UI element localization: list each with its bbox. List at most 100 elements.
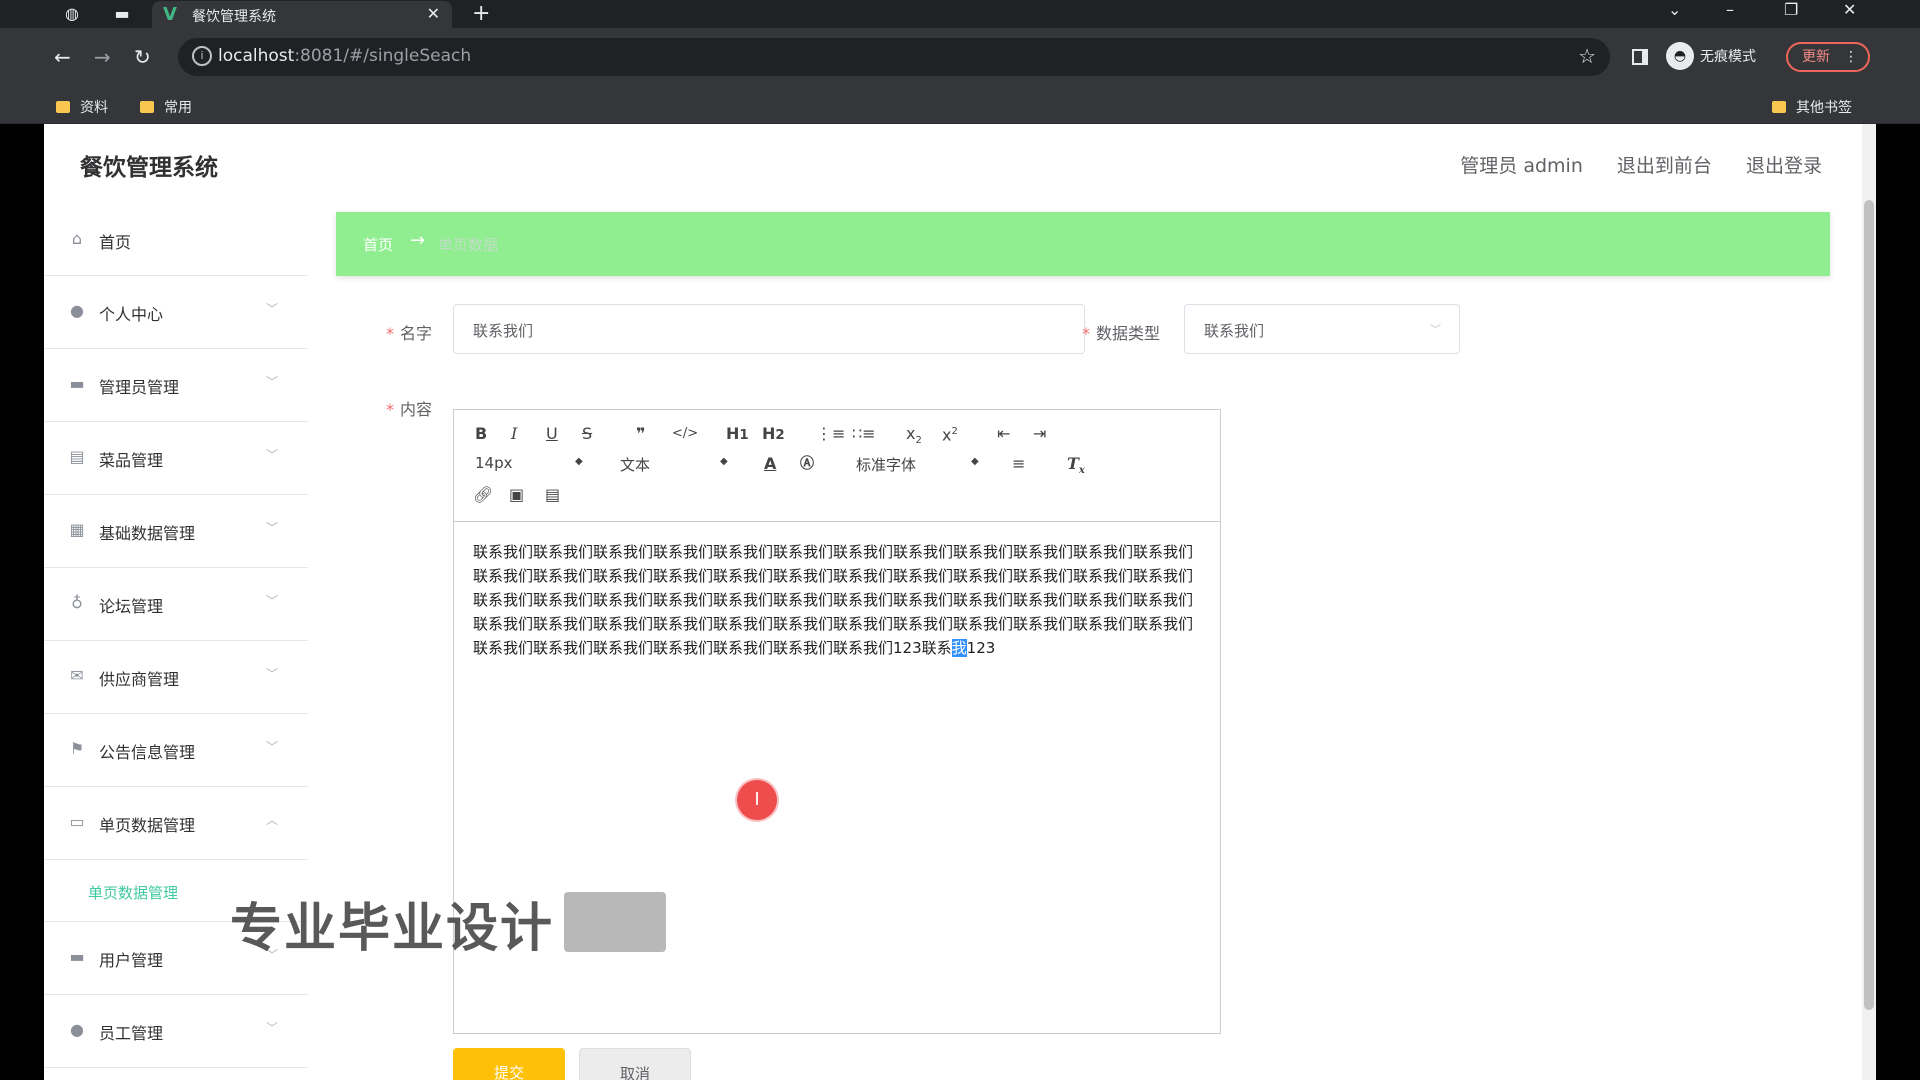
ordered-list-icon[interactable]: ⋮≡ [816,424,845,444]
subscript-icon[interactable]: x2 [906,424,922,451]
chevron-down-icon: ﹀ [265,521,278,535]
tab-search-icon[interactable]: ⌄ [1668,0,1681,19]
clear-format-icon[interactable]: Tx [1067,454,1085,481]
link-icon[interactable]: 🔗︎ [473,485,493,505]
breadcrumb-home[interactable]: 首页 [363,234,393,255]
sidebar-item-single-page[interactable]: ▭ 单页数据管理 ︿ [44,787,308,860]
image-icon[interactable]: ▣ [509,485,524,505]
sidebar-item-home[interactable]: ⌂ 首页 [44,204,308,276]
url-text: localhost:8081/#/singleSeach [218,46,472,66]
to-front-link[interactable]: 退出到前台 [1617,155,1712,177]
forward-icon[interactable]: → [94,45,111,69]
chevron-down-icon: ﹀ [1430,323,1441,336]
browser-tab[interactable]: V 餐饮管理系统 ✕ [152,1,452,28]
strikethrough-icon[interactable]: S [582,424,592,444]
bookmark-star-icon[interactable]: ☆ [1578,44,1596,68]
sidebar-item-dish-manage[interactable]: ▤ 菜品管理 ﹀ [44,422,308,495]
logout-link[interactable]: 退出登录 [1746,155,1822,177]
breadcrumb-arrow: → [410,230,426,251]
chevron-down-icon: ﹀ [265,594,278,608]
tab-title: 餐饮管理系统 [192,9,276,25]
indent-icon[interactable]: ⇥ [1033,424,1046,444]
bullet-list-icon[interactable]: ∷≡ [852,424,876,444]
scrollbar-thumb[interactable] [1864,200,1874,1010]
document-icon: ▦ [69,520,85,539]
chevron-up-icon: ︿ [265,813,278,827]
font-family-select[interactable]: 标准字体 ◆ [856,454,981,475]
side-panel-icon[interactable] [1632,49,1648,65]
data-type-select[interactable]: 联系我们 ﹀ [1184,304,1460,354]
incognito-indicator[interactable]: ◓ 无痕模式 [1666,42,1756,72]
sidebar-item-supplier[interactable]: ✉ 供应商管理 ﹀ [44,641,308,714]
chevron-down-icon: ﹀ [265,302,278,316]
url-field[interactable]: i localhost:8081/#/singleSeach ☆ [178,38,1610,76]
user-icon: ● [70,1020,84,1039]
align-icon[interactable]: ≡ [1012,454,1025,474]
monitor-icon: ▬ [69,947,85,966]
site-info-icon[interactable]: i [192,46,212,66]
bold-icon[interactable]: B [475,424,487,444]
close-window-icon[interactable]: ✕ [1843,0,1856,19]
admin-label: 管理员 admin [1460,155,1583,177]
watermark-blur [564,892,666,952]
sidebar-item-staff-manage[interactable]: ● 员工管理 ﹀ [44,995,308,1068]
user-icon: ● [70,301,84,320]
cancel-button[interactable]: 取消 [579,1048,691,1080]
heading2-icon[interactable]: H2 [762,424,785,446]
update-button[interactable]: 更新 ⋮ [1786,42,1870,72]
sidebar-item-personal-center[interactable]: ● 个人中心 ﹀ [44,276,308,349]
reload-icon[interactable]: ↻ [134,45,151,69]
folder-icon [56,101,70,113]
sidebar-item-notice[interactable]: ⚑ 公告信息管理 ﹀ [44,714,308,787]
font-color-icon[interactable]: A [764,454,776,474]
bookmark-folder[interactable]: 常用 [140,97,192,117]
mail-icon: ✉ [70,666,84,685]
content-label: * 内容 [386,400,433,419]
background-color-icon[interactable]: Ⓐ [800,454,814,474]
briefcase-icon: ▤ [69,447,85,466]
sidebar-item-admin-manage[interactable]: ▬ 管理员管理 ﹀ [44,349,308,422]
video-icon[interactable]: ▤ [545,485,560,505]
close-tab-icon[interactable]: ✕ [427,4,440,23]
submit-button[interactable]: 提交 [453,1048,565,1080]
home-icon: ⌂ [71,229,83,248]
editor-content[interactable]: 联系我们联系我们联系我们联系我们联系我们联系我们联系我们联系我们联系我们联系我们… [473,540,1203,660]
chevron-down-icon: ﹀ [265,375,278,389]
font-size-select[interactable]: 14px ◆ [475,454,585,472]
folder-icon [1772,101,1786,113]
admin-icon: ▬ [69,374,85,393]
chevron-down-icon: ﹀ [265,448,278,462]
bookmark-folder[interactable]: 资料 [56,97,108,117]
mouse-cursor-highlight: I [737,780,777,820]
name-field[interactable]: 联系我们 [453,304,1085,354]
blockquote-icon[interactable]: ❞ [636,424,645,444]
app-title: 餐饮管理系统 [80,155,218,181]
italic-icon[interactable]: I [511,424,517,444]
page-scrollbar[interactable] [1862,124,1876,1080]
more-menu-icon[interactable]: ⋮ [1844,44,1858,70]
microphone-icon: ♁ [71,593,83,612]
form-icon: ▭ [69,812,85,831]
chevron-down-icon: ﹀ [265,667,278,681]
restore-icon[interactable]: ❐ [1784,0,1798,19]
sidebar-item-forum[interactable]: ♁ 论坛管理 ﹀ [44,568,308,641]
superscript-icon[interactable]: x2 [942,422,958,445]
text-cursor-icon: I [754,789,760,810]
outdent-icon[interactable]: ⇤ [997,424,1010,444]
code-block-icon[interactable]: </> [672,424,698,444]
chevron-down-icon: ﹀ [265,740,278,754]
flag-icon: ⚑ [69,739,85,758]
minimize-icon[interactable]: – [1726,0,1734,19]
sidebar-item-basic-data[interactable]: ▦ 基础数据管理 ﹀ [44,495,308,568]
browser-tab-bar: ◍ ▬ V 餐饮管理系统 ✕ + ⌄ – ❐ ✕ [0,0,1920,28]
other-bookmarks[interactable]: 其他书签 [1772,97,1852,117]
watermark-text: 专业毕业设计 [230,899,555,959]
bookmarks-bar: 资料 常用 其他书签 [0,88,1920,124]
heading1-icon[interactable]: H1 [726,424,749,446]
back-icon[interactable]: ← [54,45,71,69]
underline-icon[interactable]: U [546,424,558,444]
new-tab-icon[interactable]: + [472,1,490,26]
tab-overview-icon[interactable]: ▬ [112,4,132,24]
globe-icon[interactable]: ◍ [62,4,82,24]
header-select[interactable]: 文本 ◆ [620,454,730,475]
